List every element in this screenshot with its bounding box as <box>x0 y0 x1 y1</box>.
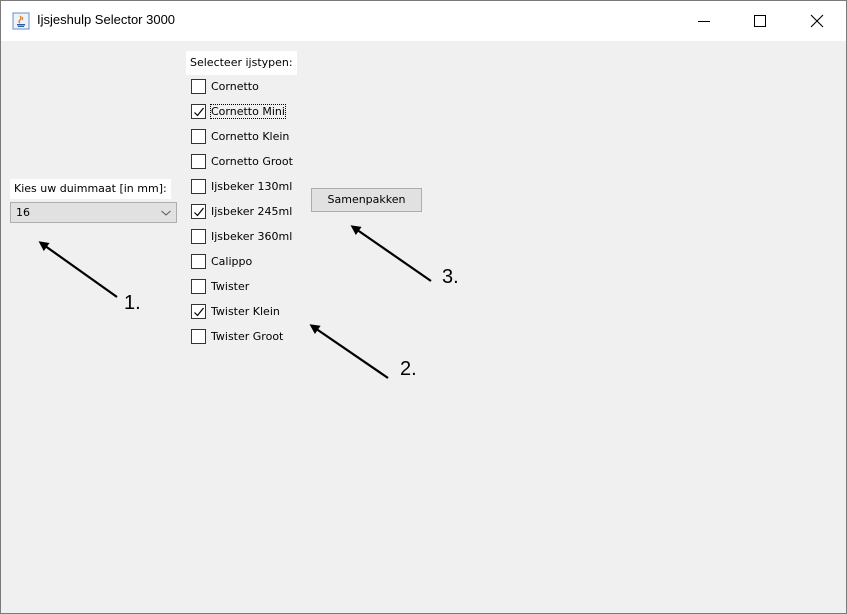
checkbox-cornetto-mini[interactable]: Cornetto Mini <box>190 102 340 120</box>
checkbox-box[interactable] <box>191 129 206 144</box>
dimension-selected-value: 16 <box>16 206 30 219</box>
checkbox-label: Twister Groot <box>211 330 284 343</box>
checkbox-label: Ijsbeker 360ml <box>211 230 293 243</box>
checkbox-box[interactable] <box>191 79 206 94</box>
checkbox-box[interactable] <box>191 229 206 244</box>
checkmark-icon <box>194 207 204 217</box>
checkbox-cornetto-klein[interactable]: Cornetto Klein <box>190 127 340 145</box>
dimension-combobox[interactable]: 16 <box>10 202 177 223</box>
checkmark-icon <box>194 307 204 317</box>
title-bar[interactable]: Ijsjeshulp Selector 3000 <box>1 1 846 41</box>
checkbox-label: Cornetto <box>211 80 259 93</box>
checkbox-box[interactable] <box>191 154 206 169</box>
minimize-icon <box>698 15 710 27</box>
annotation-arrows <box>38 225 432 379</box>
checkbox-ijsbeker-360ml[interactable]: Ijsbeker 360ml <box>190 227 340 245</box>
checkbox-label: Twister Klein <box>211 305 280 318</box>
chevron-down-icon <box>160 207 172 219</box>
pack-button[interactable]: Samenpakken <box>311 188 422 212</box>
dimension-label: Kies uw duimmaat [in mm]: <box>10 179 171 199</box>
checkbox-label: Calippo <box>211 255 253 268</box>
checkbox-box[interactable] <box>191 329 206 344</box>
checkbox-label: Twister <box>211 280 250 293</box>
checkbox-label: Ijsbeker 130ml <box>211 180 293 193</box>
minimize-button[interactable] <box>676 1 732 41</box>
types-label: Selecteer ijstypen: <box>186 51 297 75</box>
checkbox-cornetto-groot[interactable]: Cornetto Groot <box>190 152 340 170</box>
checkbox-box[interactable] <box>191 179 206 194</box>
checkbox-label: Cornetto Groot <box>211 155 293 168</box>
app-window: Ijsjeshulp Selector 3000 Kies uw duimmaa… <box>0 0 847 614</box>
checkbox-twister-groot[interactable]: Twister Groot <box>190 327 340 345</box>
checkbox-label: Cornetto Mini <box>210 104 286 119</box>
close-button[interactable] <box>789 1 845 41</box>
checkbox-box[interactable] <box>191 304 206 319</box>
checkbox-twister-klein[interactable]: Twister Klein <box>190 302 340 320</box>
checkbox-twister[interactable]: Twister <box>190 277 340 295</box>
checkbox-cornetto[interactable]: Cornetto <box>190 77 340 95</box>
checkbox-box[interactable] <box>191 279 206 294</box>
window-title: Ijsjeshulp Selector 3000 <box>37 12 176 27</box>
maximize-button[interactable] <box>732 1 788 41</box>
checkbox-label: Ijsbeker 245ml <box>211 205 293 218</box>
close-icon <box>810 14 824 28</box>
checkbox-box[interactable] <box>191 104 206 119</box>
annotation-label-3: 3. <box>442 266 459 288</box>
checkbox-box[interactable] <box>191 204 206 219</box>
annotation-arrow-1 <box>38 241 118 298</box>
java-app-icon <box>12 12 30 30</box>
checkmark-icon <box>194 107 204 117</box>
checkbox-label: Cornetto Klein <box>211 130 290 143</box>
annotation-label-2: 2. <box>400 358 417 380</box>
checkbox-calippo[interactable]: Calippo <box>190 252 340 270</box>
maximize-icon <box>754 15 766 27</box>
content-pane: Kies uw duimmaat [in mm]: 16 Selecteer i… <box>1 41 846 613</box>
checkbox-box[interactable] <box>191 254 206 269</box>
annotation-arrow-3 <box>350 225 432 282</box>
annotation-label-1: 1. <box>124 292 141 314</box>
